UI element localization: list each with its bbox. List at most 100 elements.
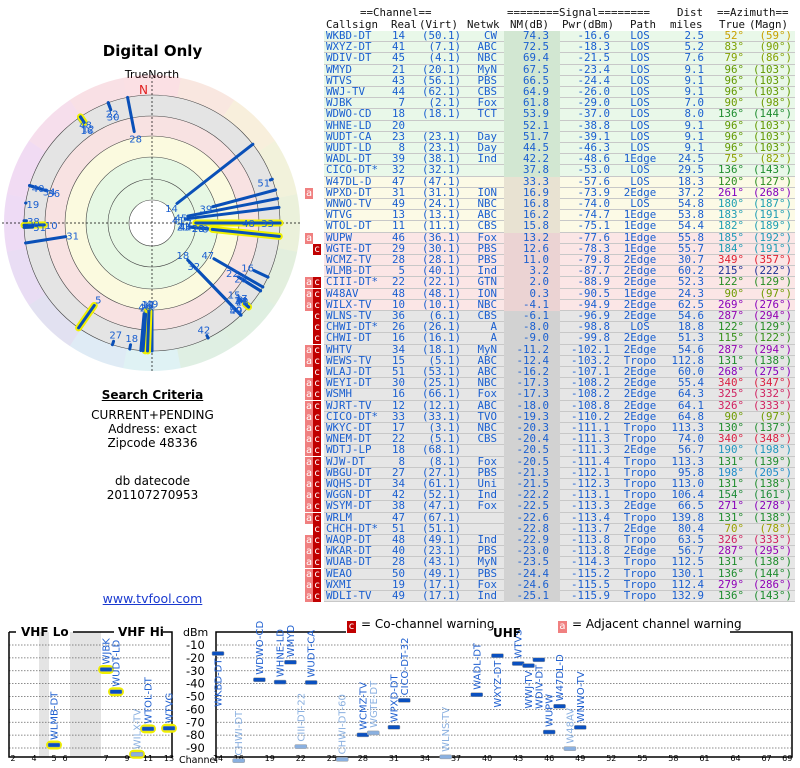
channel-tick-label: 64 [730,754,740,763]
spectrum-station: WLMB-DT [46,691,62,750]
channel-tick-label: 52 [606,754,616,763]
ray-channel-label: 18 [177,251,190,262]
ray-channel-label: 19 [27,200,40,211]
vhf-highlight [108,687,124,697]
signal-marker [294,744,308,749]
signal-marker [574,725,587,730]
cell-nm: -25.1 [516,589,549,602]
ray-line [106,101,112,109]
ray-channel-label: 48 [79,120,92,131]
spectrum-station: WDWO-CD [253,621,266,683]
cochannel-warning-flag: c [313,344,321,356]
ray-channel-label: 42 [197,325,210,336]
ray-channel-label: 10 [45,221,58,232]
adjacent-warning-flag: a [305,187,313,199]
adjacent-warning-flag: a [305,389,313,401]
band-gap [70,632,101,757]
cochannel-warning-flag: c [313,591,321,602]
cochannel-warning-flag: c [313,322,321,334]
station-label: WILX-TV [133,709,144,750]
vhf-highlight [161,723,177,733]
adjacent-warning-flag: a [305,557,313,569]
station-label: WMYD [286,625,297,658]
spectrum-station: WHNE-LD [273,629,287,685]
station-ray: 40 [28,184,45,195]
ray-channel-label: 33 [261,219,274,230]
vhf-frame [8,631,173,758]
ray-line [78,115,84,121]
table-row[interactable]: a c WDLI-TV 49 (17.1) Ind -25.1 -115.9 Tropo 132.… [303,589,800,603]
dbm-tick-label: -60 [186,702,205,716]
cell-magn: (143°) [752,589,792,602]
spectrum-station: WILX-TV [129,709,145,759]
channel-tick-label: 9 [124,754,129,763]
station-label: WXYZ-DT [493,660,504,708]
channel-tick-label: 19 [265,754,275,763]
spectrum-station: WADL-DT [470,642,483,697]
signal-marker [439,754,452,760]
tvfool-link[interactable]: www.tvfool.com [0,591,305,606]
ray-channel-label: 8 [202,225,208,236]
station-label: WTVG [165,693,176,724]
channel-tick-label: 37 [451,754,461,763]
cell-netwk: CBS [477,432,497,446]
ray-channel-label: 26 [234,274,247,285]
spectrum-station: WTVS [511,629,525,666]
channel-tick-label: 49 [575,754,585,763]
signal-marker [553,704,566,709]
cell-callsign: WDLI-TV [326,589,372,602]
signal-marker [563,746,577,751]
cochannel-warning-flag: c [313,288,321,300]
station-label: W47DL-D [555,654,566,701]
adjacent-warning-flag: a [305,535,313,546]
cochannel-warning-flag: c [313,568,321,580]
station-label: CICO-DT-32 [400,637,411,695]
spectrum-station: WUDT-CA [304,630,318,685]
spectrum-station: W48AV [563,708,577,751]
cochannel-warning-flag: c [313,311,321,322]
dbm-tick-label: -50 [186,690,205,704]
polar-title: Digital Only [102,42,203,60]
dbm-tick-label: -10 [186,638,205,652]
cochannel-warning-flag: c [313,490,321,502]
adjacent-warning-flag: a [305,344,313,356]
signal-marker [211,651,225,656]
station-label: WLMB-DT [50,691,61,740]
polar-plot: TrueNorth N 1441452143447182023839324731… [2,68,302,373]
station-label: CHWI-DT [234,710,245,756]
ray-channel-label: 5 [95,296,101,307]
station-label: WCMZ-TV [358,682,369,730]
cochannel-warning-flag: c [313,411,321,423]
channel-tick-label: 22 [296,754,306,763]
cochannel-warning-flag: c [313,299,321,311]
spectrum-station: WDIV-DT [532,657,546,709]
station-label: WKBD-DT [214,658,225,707]
signal-marker [130,752,144,757]
station-ray: 38 [22,217,40,228]
adjacent-warning-flag: a [305,277,313,289]
signal-marker [532,657,546,663]
cochannel-warning-flag: c [313,378,321,390]
channel-axis-label: Channel [179,755,218,766]
cochannel-warning-flag: c [313,467,321,479]
adjacent-warning-flag: a [305,568,313,580]
channel-tick-label: 61 [699,754,709,763]
ray-channel-label: 28 [129,135,142,146]
channel-tick-label: 13 [164,754,174,763]
ray-line [268,177,274,182]
station-label: WPXD-DT [389,673,400,722]
cell-pwr: -115.9 [570,589,610,602]
signal-marker [491,653,504,658]
spectrum-station: CIII-DT-22 [294,693,308,749]
dbm-tick-label: -90 [186,741,205,755]
channel-tick-label: 28 [358,754,368,763]
channel-tick-label: 4 [31,754,36,763]
adjacent-warning-flag: a [305,411,313,423]
dbm-tick-label: -30 [186,664,205,678]
signal-marker [387,725,401,730]
signal-marker [253,677,266,683]
spectrum-station: WUDT-LD [108,639,124,697]
cochannel-flag-icon: c [347,621,356,633]
adjacent-warning-flag: a [305,479,313,490]
legend-adjacent-text: = Adjacent channel warning [572,617,742,631]
